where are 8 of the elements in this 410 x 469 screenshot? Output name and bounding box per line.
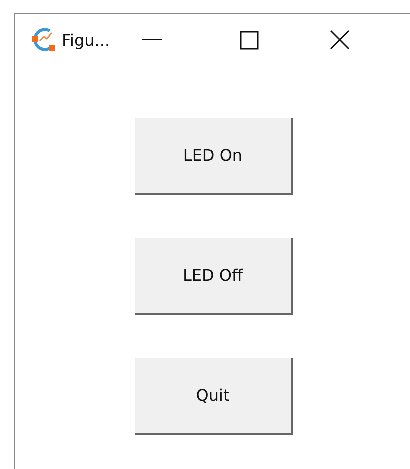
app-icon <box>32 28 56 52</box>
close-icon[interactable] <box>330 30 350 50</box>
minimize-icon[interactable] <box>142 39 162 41</box>
button[interactable]: LED Off <box>135 238 293 315</box>
window-title: Figu... <box>62 30 112 50</box>
button[interactable]: LED On <box>135 118 293 195</box>
button[interactable]: Quit <box>135 358 293 435</box>
maximize-icon[interactable] <box>240 30 259 50</box>
